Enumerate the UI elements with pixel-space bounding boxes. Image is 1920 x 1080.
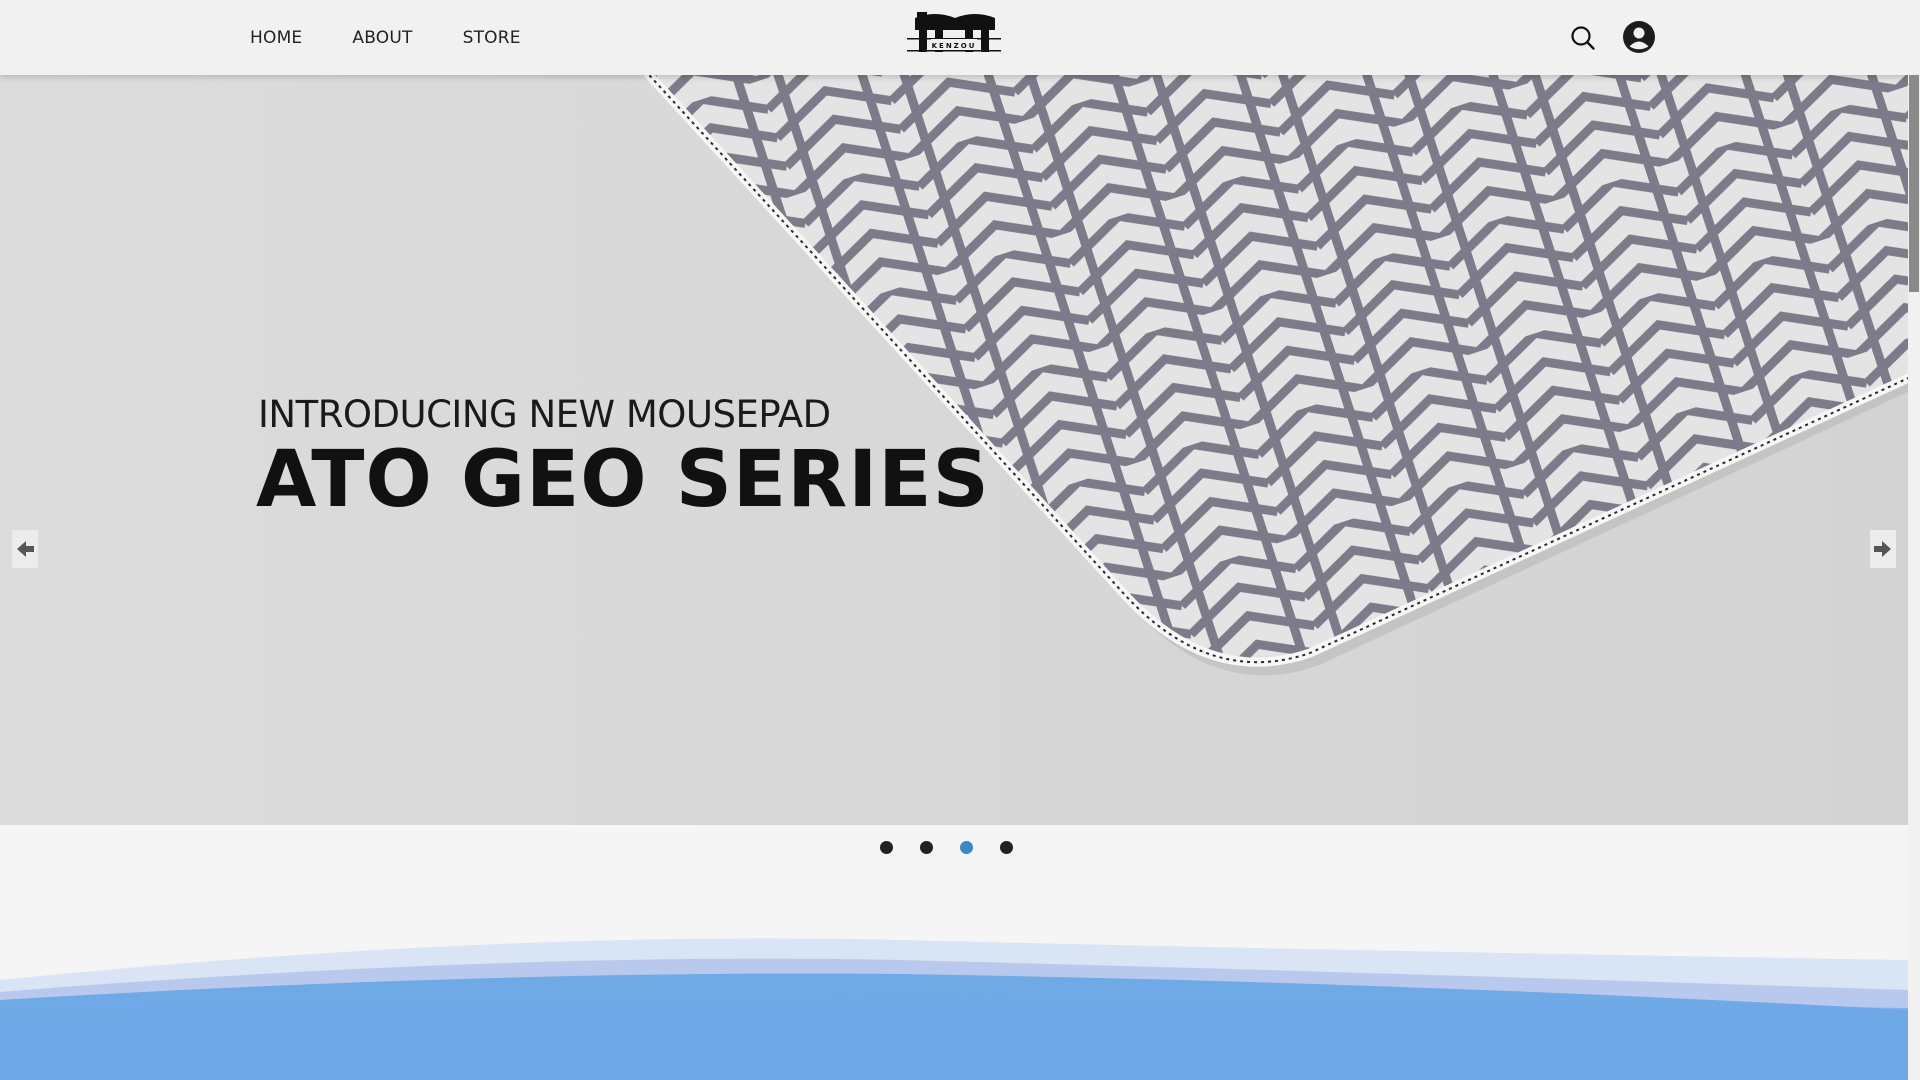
hero-title: ATO GEO SERIES [256,435,990,525]
carousel-prev-button[interactable] [12,530,38,568]
nav-home-link[interactable]: HOME [250,28,302,48]
page-scrollbar[interactable] [1908,0,1920,1080]
arrow-left-icon [17,541,34,557]
hero-carousel: INTRODUCING NEW MOUSEPAD ATO GEO SERIES [0,75,1908,825]
main-nav: HOME ABOUT STORE [250,0,521,75]
carousel-dot-4[interactable] [1000,841,1013,854]
nav-about-link[interactable]: ABOUT [352,28,412,48]
arrow-right-icon [1874,541,1891,557]
site-header: HOME ABOUT STORE KENZOU [0,0,1908,75]
carousel-dot-1[interactable] [880,841,893,854]
nav-store-link[interactable]: STORE [463,28,521,48]
page: HOME ABOUT STORE KENZOU INTRODUCING NEW … [0,0,1908,1080]
hero-eyebrow: INTRODUCING NEW MOUSEPAD [258,393,831,436]
logo-text: KENZOU [932,42,977,50]
carousel-next-button[interactable] [1870,530,1896,568]
search-icon[interactable] [1570,25,1596,51]
wave-divider [0,938,1908,1080]
carousel-indicators [880,841,1013,854]
kenzou-logo[interactable]: KENZOU [905,10,1003,66]
carousel-dot-2[interactable] [920,841,933,854]
scrollbar-thumb[interactable] [1909,75,1919,292]
user-avatar-icon[interactable] [1623,21,1655,53]
carousel-dot-3[interactable] [960,841,973,854]
